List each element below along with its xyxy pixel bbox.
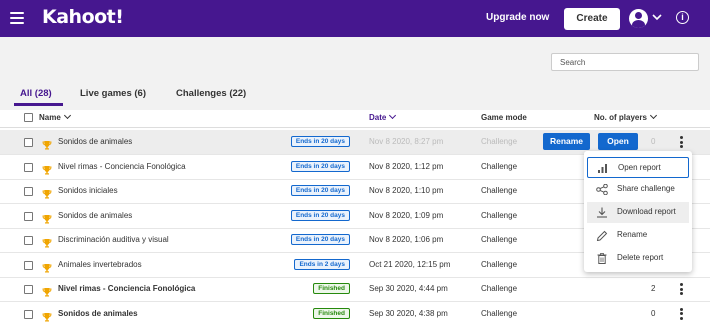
- report-date: Sep 30 2020, 4:44 pm: [369, 284, 448, 293]
- column-header-date-label: Date: [369, 113, 387, 122]
- download-icon: [597, 207, 607, 218]
- menu-item-label: Rename: [617, 230, 648, 239]
- game-mode: Challenge: [481, 308, 518, 318]
- table-row[interactable]: Sonidos de animales Finished Sep 30 2020, …: [0, 302, 710, 326]
- report-actions-menu: Open report Share challenge Download rep…: [584, 151, 692, 272]
- trophy-icon: [42, 235, 52, 253]
- report-title[interactable]: Animales invertebrados: [58, 260, 142, 269]
- row-checkbox[interactable]: [24, 187, 33, 196]
- row-checkbox[interactable]: [24, 236, 33, 245]
- trophy-icon: [42, 284, 52, 302]
- column-header-players[interactable]: No. of players: [594, 111, 657, 122]
- row-checkbox[interactable]: [24, 309, 33, 319]
- report-title[interactable]: Nivel rimas - Conciencia Fonológica: [58, 162, 186, 171]
- chevron-down-icon: [389, 111, 397, 120]
- report-date: Oct 21 2020, 12:15 pm: [369, 259, 451, 269]
- game-mode: Challenge: [481, 161, 518, 171]
- column-header-date[interactable]: Date: [369, 111, 397, 122]
- status-badge: Ends in 2 days: [294, 258, 350, 270]
- trophy-icon: [42, 309, 52, 326]
- report-date: Nov 8 2020, 1:10 pm: [369, 186, 444, 195]
- user-avatar-icon[interactable]: [629, 9, 648, 28]
- more-options-icon[interactable]: [680, 307, 684, 321]
- game-mode: Challenge: [481, 186, 518, 195]
- chevron-down-icon: [649, 111, 657, 120]
- player-count: 0: [651, 308, 656, 318]
- trophy-icon: [42, 137, 52, 155]
- report-date: Nov 8 2020, 1:06 pm: [369, 235, 444, 244]
- menu-item-label: Download report: [617, 207, 676, 216]
- status-badge: Ends in 20 days: [290, 136, 350, 147]
- status-badge: Ends in 20 days: [290, 185, 350, 196]
- share-icon: [596, 184, 608, 195]
- report-date: Nov 8 2020, 8:27 pm: [369, 137, 444, 146]
- tab-all[interactable]: All (28): [20, 88, 52, 99]
- trophy-icon: [42, 186, 52, 204]
- create-button[interactable]: Create: [564, 8, 620, 30]
- menu-item-label: Share challenge: [617, 184, 675, 193]
- tab-challenges[interactable]: Challenges (22): [176, 88, 246, 99]
- status-badge: Ends in 20 days: [290, 209, 350, 221]
- report-title[interactable]: Sonidos de animales: [58, 309, 138, 318]
- search-input[interactable]: [551, 53, 699, 71]
- report-date: Sep 30 2020, 4:38 pm: [369, 308, 448, 318]
- column-header-players-label: No. of players: [594, 113, 647, 122]
- menu-item-label: Delete report: [617, 253, 664, 262]
- row-checkbox[interactable]: [24, 285, 33, 294]
- kahoot-logo[interactable]: Kahoot!: [42, 6, 124, 28]
- more-options-icon[interactable]: [680, 136, 684, 149]
- menu-item-delete-report[interactable]: Delete report: [587, 248, 689, 269]
- tab-live-games[interactable]: Live games (6): [80, 88, 146, 99]
- status-badge: Ends in 20 days: [290, 160, 350, 172]
- player-count: 2: [651, 284, 656, 293]
- report-title[interactable]: Sonidos de animales: [58, 137, 132, 146]
- report-title[interactable]: Sonidos de animales: [58, 211, 132, 220]
- menu-item-share-challenge[interactable]: Share challenge: [587, 179, 689, 200]
- column-header-name-label: Name: [39, 113, 61, 122]
- pencil-icon: [596, 230, 608, 241]
- column-header-name[interactable]: Name: [39, 111, 71, 122]
- row-checkbox[interactable]: [24, 138, 33, 147]
- game-mode: Challenge: [481, 235, 518, 244]
- more-options-icon[interactable]: [680, 283, 684, 296]
- report-date: Nov 8 2020, 1:12 pm: [369, 161, 444, 171]
- chevron-down-icon: [63, 111, 71, 120]
- game-mode: Challenge: [481, 259, 518, 269]
- game-mode: Challenge: [481, 210, 518, 220]
- menu-item-rename[interactable]: Rename: [587, 225, 689, 246]
- top-navigation-bar: Kahoot! Upgrade now Create i: [0, 0, 710, 37]
- row-checkbox[interactable]: [24, 162, 33, 172]
- menu-item-open-report[interactable]: Open report: [587, 157, 689, 178]
- column-header-game-mode: Game mode: [481, 113, 527, 122]
- upgrade-now-link[interactable]: Upgrade now: [486, 12, 549, 23]
- report-title[interactable]: Sonidos iniciales: [58, 186, 118, 195]
- table-row[interactable]: Nivel rimas - Conciencia Fonológica Finis…: [0, 277, 710, 302]
- row-checkbox[interactable]: [24, 211, 33, 221]
- status-badge: Finished: [313, 307, 350, 319]
- rename-button[interactable]: Rename: [543, 133, 590, 150]
- player-count: 0: [651, 137, 656, 146]
- menu-item-download-report[interactable]: Download report: [587, 202, 689, 223]
- status-badge: Finished: [313, 283, 350, 294]
- trophy-icon: [42, 260, 52, 278]
- chevron-down-icon[interactable]: [652, 13, 662, 21]
- report-title[interactable]: Discriminación auditiva y visual: [58, 235, 169, 244]
- bar-chart-icon: [598, 164, 607, 173]
- report-title[interactable]: Nivel rimas - Conciencia Fonológica: [58, 284, 195, 293]
- game-mode: Challenge: [481, 284, 518, 293]
- open-button[interactable]: Open: [598, 133, 638, 150]
- game-mode: Challenge: [481, 137, 518, 146]
- info-icon[interactable]: i: [676, 11, 689, 24]
- trophy-icon: [42, 211, 52, 229]
- trash-icon: [597, 253, 607, 264]
- trophy-icon: [42, 162, 52, 180]
- status-badge: Ends in 20 days: [290, 234, 350, 245]
- report-date: Nov 8 2020, 1:09 pm: [369, 210, 444, 220]
- table-header: Name Date Game mode No. of players: [0, 106, 710, 128]
- menu-item-label: Open report: [618, 163, 661, 172]
- select-all-checkbox[interactable]: [24, 113, 33, 122]
- hamburger-menu-icon[interactable]: [10, 12, 24, 24]
- row-checkbox[interactable]: [24, 260, 33, 270]
